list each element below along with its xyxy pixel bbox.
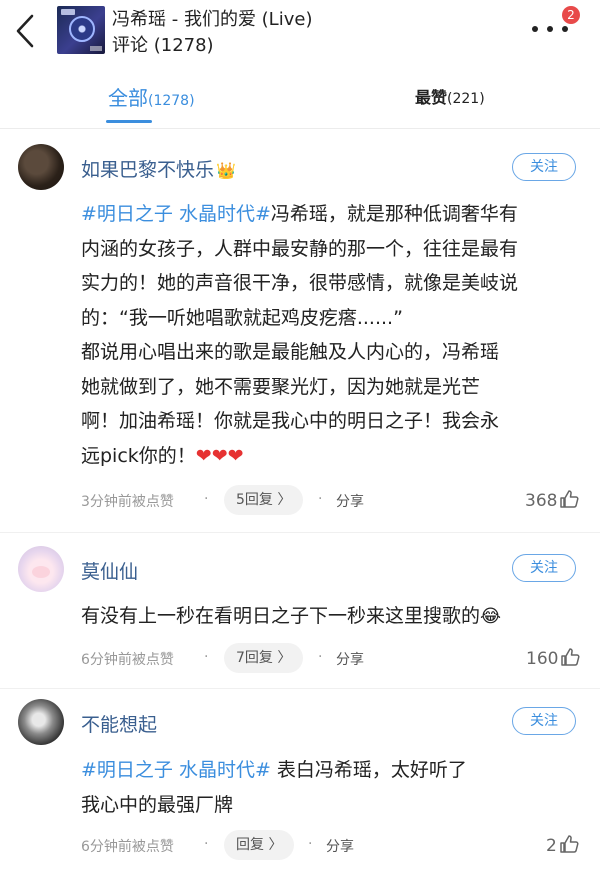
follow-button[interactable]: 关注 (512, 153, 576, 181)
comment-separator (0, 688, 600, 689)
timestamp: 3分钟前被点赞 (81, 494, 174, 510)
hashtag-link[interactable]: #明日之子 水晶时代# (81, 759, 271, 781)
like-count: 368 (525, 491, 558, 511)
comment-tabs: 全部(1278) 最赞(221) (0, 72, 600, 128)
tabs-divider (0, 128, 600, 129)
like-button[interactable]: 160 (526, 647, 580, 669)
timestamp: 6分钟前被点赞 (81, 652, 174, 668)
tab-all[interactable]: 全部(1278) (108, 82, 195, 111)
comment-count-title: 评论 (1278) (112, 35, 214, 56)
share-button[interactable]: 分享 (336, 649, 364, 669)
comment-text: 有没有上一秒在看明日之子下一秒来这里搜歌的😂 (81, 605, 502, 627)
share-button[interactable]: 分享 (326, 836, 354, 856)
like-count: 160 (526, 649, 559, 669)
comment-separator (0, 532, 600, 533)
reply-button[interactable]: 7回复 〉 (224, 643, 304, 673)
avatar[interactable] (18, 699, 64, 745)
hashtag-link[interactable]: #明日之子 水晶时代# (81, 203, 271, 225)
active-tab-indicator (106, 120, 152, 123)
crown-badge-icon: 👑 (216, 161, 236, 180)
like-count: 2 (546, 836, 557, 856)
username[interactable]: 不能想起 (81, 710, 157, 737)
reply-button[interactable]: 5回复 〉 (224, 485, 304, 515)
more-dots-icon[interactable] (532, 26, 572, 36)
follow-button[interactable]: 关注 (512, 554, 576, 582)
thumbs-up-icon (560, 835, 579, 853)
comment-text: #明日之子 水晶时代# 表白冯希瑶，太好听了 我心中的最强厂牌 (81, 759, 467, 816)
comment-text: #明日之子 水晶时代#冯希瑶，就是那种低调奢华有 内涵的女孩子，人群中最安静的那… (81, 203, 519, 467)
reply-button[interactable]: 回复 〉 (224, 830, 295, 860)
follow-button[interactable]: 关注 (512, 707, 576, 735)
avatar[interactable] (18, 546, 64, 592)
tab-most-liked[interactable]: 最赞(221) (415, 84, 485, 108)
back-arrow-icon[interactable] (12, 12, 38, 50)
username[interactable]: 莫仙仙 (81, 557, 138, 584)
song-title: 冯希瑶 - 我们的爱 (Live) (112, 9, 313, 30)
avatar[interactable] (18, 144, 64, 190)
notification-badge[interactable]: 2 (562, 6, 580, 24)
heart-emoji-icon: ❤❤❤ (195, 444, 244, 467)
album-cover-thumbnail[interactable] (57, 6, 105, 54)
tab-most-liked-count: (221) (447, 91, 485, 107)
thumbs-up-icon (560, 490, 579, 508)
thumbs-up-icon (561, 648, 580, 666)
tab-all-label: 全部 (108, 86, 148, 110)
top-bar: 冯希瑶 - 我们的爱 (Live) 评论 (1278) 2 (0, 0, 600, 62)
tab-all-count: (1278) (148, 93, 195, 109)
timestamp: 6分钟前被点赞 (81, 839, 174, 855)
like-button[interactable]: 368 (525, 489, 579, 511)
like-button[interactable]: 2 (546, 834, 579, 856)
share-button[interactable]: 分享 (336, 491, 364, 511)
tab-most-liked-label: 最赞 (415, 88, 448, 107)
laughing-emoji-icon: 😂 (480, 606, 502, 627)
username[interactable]: 如果巴黎不快乐 👑 (81, 155, 236, 182)
